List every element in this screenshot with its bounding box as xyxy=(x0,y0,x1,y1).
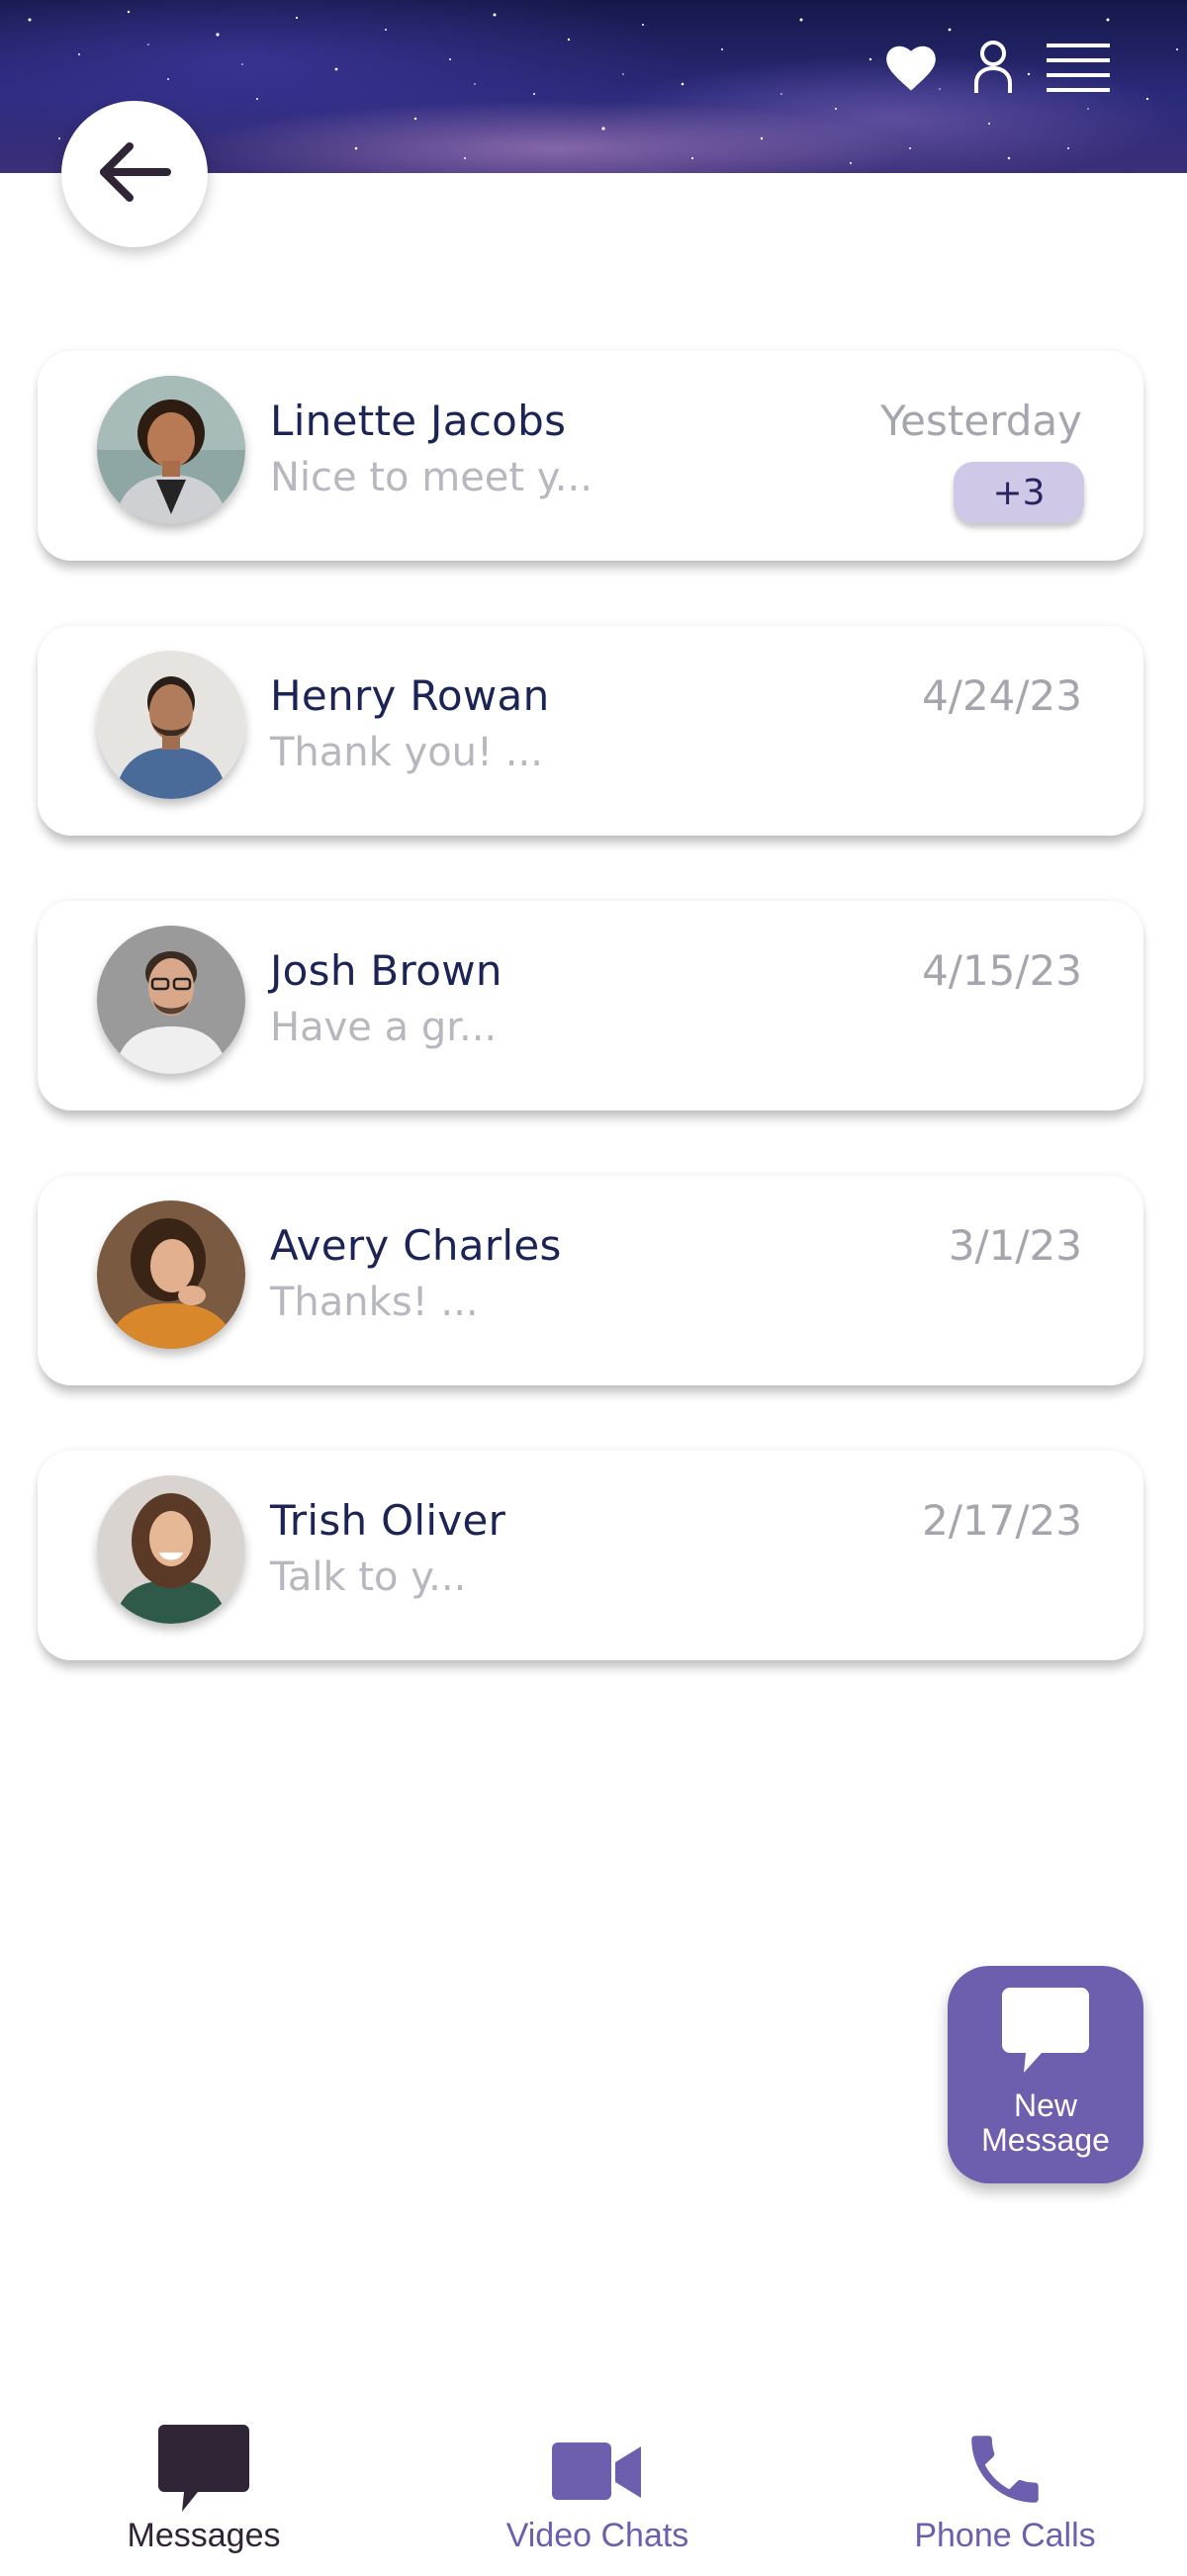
contact-name: Josh Brown xyxy=(270,946,502,995)
menu-icon[interactable] xyxy=(1047,42,1110,97)
message-date: 4/15/23 xyxy=(922,946,1082,995)
message-preview: Talk to y... xyxy=(270,1554,467,1600)
conversation-card[interactable]: Trish Oliver Talk to y... 2/17/23 xyxy=(38,1451,1143,1660)
message-icon xyxy=(65,2425,342,2514)
video-icon xyxy=(459,2441,736,2504)
arrow-left-icon xyxy=(96,140,173,208)
user-icon[interactable] xyxy=(973,40,1013,99)
conversation-card[interactable]: Josh Brown Have a gr... 4/15/23 xyxy=(38,901,1143,1110)
new-message-label-line1: New xyxy=(1013,2087,1077,2123)
conversation-card[interactable]: Henry Rowan Thank you! ... 4/24/23 xyxy=(38,626,1143,836)
tab-video-chats[interactable]: Video Chats xyxy=(459,2403,736,2554)
tab-label: Phone Calls xyxy=(914,2517,1096,2554)
new-message-button[interactable]: New Message xyxy=(948,1966,1143,2183)
message-preview: Have a gr... xyxy=(270,1005,498,1050)
contact-name: Henry Rowan xyxy=(270,671,550,720)
message-date: 3/1/23 xyxy=(948,1221,1082,1270)
avatar xyxy=(97,651,245,799)
new-message-label-line2: Message xyxy=(981,2122,1110,2158)
message-preview: Thanks! ... xyxy=(270,1280,479,1325)
contact-name: Avery Charles xyxy=(270,1221,562,1270)
tab-label: Messages xyxy=(127,2517,281,2554)
avatar xyxy=(97,1200,245,1349)
message-preview: Thank you! ... xyxy=(270,730,543,775)
unread-badge: +3 xyxy=(954,462,1084,523)
conversation-card[interactable]: Linette Jacobs Nice to meet y... Yesterd… xyxy=(38,351,1143,561)
heart-icon[interactable] xyxy=(882,42,940,97)
contact-name: Trish Oliver xyxy=(270,1496,506,1545)
message-date: 4/24/23 xyxy=(922,671,1082,720)
tab-phone-calls[interactable]: Phone Calls xyxy=(867,2403,1143,2554)
avatar xyxy=(97,926,245,1074)
tab-label: Video Chats xyxy=(505,2517,689,2554)
avatar xyxy=(97,1475,245,1624)
bottom-tab-bar: Messages Video Chats Phone Calls xyxy=(0,2403,1187,2576)
contact-name: Linette Jacobs xyxy=(270,397,567,445)
conversation-card[interactable]: Avery Charles Thanks! ... 3/1/23 xyxy=(38,1176,1143,1385)
phone-icon xyxy=(867,2425,1143,2514)
avatar xyxy=(97,376,245,524)
message-preview: Nice to meet y... xyxy=(270,455,593,500)
message-date: 2/17/23 xyxy=(922,1496,1082,1545)
back-button[interactable] xyxy=(61,101,208,247)
tab-messages[interactable]: Messages xyxy=(65,2403,342,2554)
message-date: Yesterday xyxy=(880,397,1082,445)
